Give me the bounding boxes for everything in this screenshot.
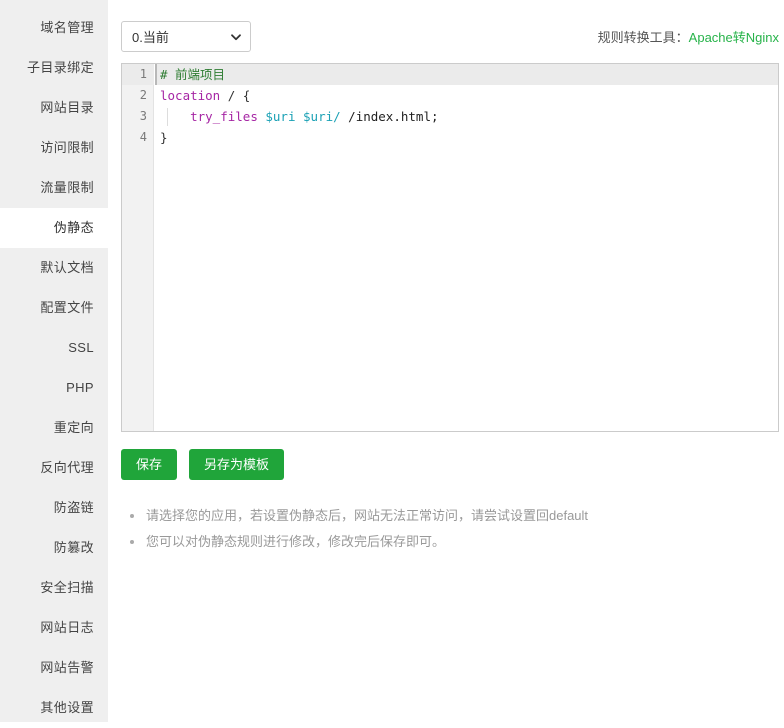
rule-converter-label: 规则转换工具： bbox=[597, 30, 689, 45]
sidebar-item-list: 域名管理子目录绑定网站目录访问限制流量限制伪静态默认文档配置文件 SSL PHP 重定… bbox=[0, 8, 108, 722]
sidebar-item-label: 网站目录 bbox=[40, 100, 94, 115]
bullet-icon bbox=[130, 514, 134, 518]
sidebar-item-label: SSL bbox=[68, 340, 94, 355]
sidebar-item-default[interactable]: 网站目录 bbox=[0, 88, 108, 128]
sidebar-item-default[interactable]: 网站告警 bbox=[0, 648, 108, 688]
sidebar-item-default[interactable]: 访问限制 bbox=[0, 128, 108, 168]
sidebar-item-default[interactable]: PHP bbox=[0, 368, 108, 408]
sidebar-item-active[interactable]: 伪静态 bbox=[0, 208, 108, 248]
sidebar-item-label: 子目录绑定 bbox=[26, 60, 94, 75]
rule-converter: 规则转换工具：Apache转Nginx bbox=[598, 27, 779, 46]
settings-sidebar: 域名管理子目录绑定网站目录访问限制流量限制伪静态默认文档配置文件 SSL PHP 重定… bbox=[0, 0, 108, 722]
sidebar-item-label: 访问限制 bbox=[40, 140, 94, 155]
help-note-item: 您可以对伪静态规则进行修改，修改完后保存即可。 bbox=[130, 529, 730, 555]
help-notes: 请选择您的应用，若设置伪静态后，网站无法正常访问，请尝试设置回default 您可… bbox=[130, 503, 730, 555]
sidebar-item-default[interactable]: 域名管理 bbox=[0, 8, 108, 48]
rewrite-template-select-value: 0.当前 bbox=[132, 30, 169, 45]
apache-to-nginx-link[interactable]: Apache转Nginx bbox=[689, 30, 779, 45]
help-note-item: 请选择您的应用，若设置伪静态后，网站无法正常访问，请尝试设置回default bbox=[130, 503, 730, 529]
sidebar-item-label: 反向代理 bbox=[40, 460, 94, 475]
editor-line[interactable]: 2 location / { bbox=[122, 85, 778, 106]
sidebar-item-default[interactable]: 流量限制 bbox=[0, 168, 108, 208]
editor-line-background bbox=[155, 127, 778, 148]
sidebar-item-default[interactable]: 子目录绑定 bbox=[0, 48, 108, 88]
editor-line-background bbox=[155, 64, 778, 85]
rewrite-rule-editor[interactable]: 1 # 前端项目 2 location / {3 try_files $uri $ur… bbox=[121, 63, 779, 432]
main-panel: 0.当前 规则转换工具：Apache转Nginx 1 # 前端项目 2 locatio… bbox=[108, 0, 784, 722]
code-token-keyword: location bbox=[160, 88, 221, 103]
editor-line-number: 1 bbox=[122, 64, 154, 85]
editor-line-number: 2 bbox=[139, 88, 147, 102]
editor-line[interactable]: 3 try_files $uri $uri/ /index.html; bbox=[122, 106, 778, 127]
editor-line-code: # 前端项目 bbox=[160, 64, 225, 85]
rewrite-template-select[interactable]: 0.当前 bbox=[121, 21, 251, 52]
sidebar-item-default[interactable]: 默认文档 bbox=[0, 248, 108, 288]
editor-line[interactable]: 4} bbox=[122, 127, 778, 148]
sidebar-item-label: 伪静态 bbox=[53, 220, 94, 235]
sidebar-item-label: 网站告警 bbox=[40, 660, 94, 675]
sidebar-item-default[interactable]: 防篡改 bbox=[0, 528, 108, 568]
save-button[interactable]: 保存 bbox=[121, 449, 178, 480]
sidebar-item-default[interactable]: 反向代理 bbox=[0, 448, 108, 488]
editor-line-code: } bbox=[160, 127, 168, 148]
code-token-punct: } bbox=[160, 130, 168, 145]
sidebar-item-default[interactable]: SSL bbox=[0, 328, 108, 368]
help-note-text: 您可以对伪静态规则进行修改，修改完后保存即可。 bbox=[146, 534, 446, 549]
editor-line-code: location / { bbox=[160, 85, 250, 106]
chevron-down-icon bbox=[230, 31, 242, 43]
sidebar-item-label: 网站日志 bbox=[40, 620, 94, 635]
code-token-comment: # 前端项目 bbox=[160, 67, 226, 82]
code-token-punct: / { bbox=[220, 88, 251, 103]
code-token-keyword: try_files bbox=[190, 109, 258, 124]
site-settings-page: 域名管理子目录绑定网站目录访问限制流量限制伪静态默认文档配置文件 SSL PHP 重定… bbox=[0, 0, 784, 722]
sidebar-item-label: 流量限制 bbox=[40, 180, 94, 195]
sidebar-item-label: 其他设置 bbox=[40, 700, 94, 715]
editor-line-number: 3 bbox=[139, 109, 147, 123]
sidebar-item-label: 重定向 bbox=[53, 420, 94, 435]
sidebar-item-default[interactable]: 安全扫描 bbox=[0, 568, 108, 608]
sidebar-item-default[interactable]: 重定向 bbox=[0, 408, 108, 448]
sidebar-item-label: 默认文档 bbox=[40, 260, 94, 275]
sidebar-item-default[interactable]: 防盗链 bbox=[0, 488, 108, 528]
save-as-template-button[interactable]: 另存为模板 bbox=[189, 449, 285, 480]
editor-action-buttons: 保存 另存为模板 bbox=[121, 449, 285, 480]
sidebar-item-default[interactable]: 配置文件 bbox=[0, 288, 108, 328]
sidebar-item-label: PHP bbox=[66, 380, 94, 395]
editor-line[interactable]: 1 # 前端项目 bbox=[122, 64, 778, 85]
sidebar-item-label: 域名管理 bbox=[40, 20, 94, 35]
sidebar-item-label: 防篡改 bbox=[53, 540, 94, 555]
sidebar-item-label: 配置文件 bbox=[40, 300, 94, 315]
code-token-plain: /index.html; bbox=[340, 109, 439, 124]
sidebar-item-label: 安全扫描 bbox=[40, 580, 94, 595]
editor-active-line-marker bbox=[155, 64, 157, 85]
sidebar-item-default[interactable]: 其他设置 bbox=[0, 688, 108, 728]
help-note-text: 请选择您的应用，若设置伪静态后，网站无法正常访问，请尝试设置回default bbox=[146, 508, 589, 523]
sidebar-item-label: 防盗链 bbox=[53, 500, 94, 515]
rewrite-toolbar: 0.当前 规则转换工具：Apache转Nginx bbox=[121, 21, 779, 57]
bullet-icon bbox=[130, 540, 134, 544]
editor-code-area[interactable]: 1 # 前端项目 2 location / {3 try_files $uri $ur… bbox=[122, 64, 778, 431]
sidebar-item-default[interactable]: 网站日志 bbox=[0, 608, 108, 648]
editor-line-code: try_files $uri $uri/ /index.html; bbox=[160, 106, 439, 127]
code-token-var: $uri bbox=[265, 109, 296, 124]
editor-line-number: 4 bbox=[139, 130, 147, 144]
code-token-var: $uri/ bbox=[303, 109, 341, 124]
